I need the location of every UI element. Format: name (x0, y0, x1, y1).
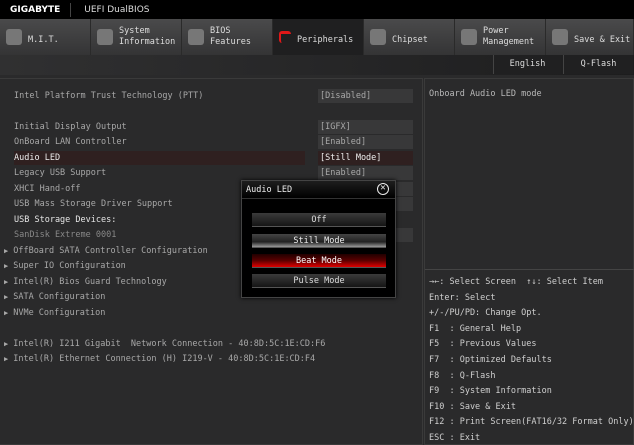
value-ptt[interactable]: [Disabled] (318, 89, 413, 103)
item-description: Onboard Audio LED mode (429, 89, 542, 99)
tab-mit[interactable]: M.I.T. (0, 19, 91, 55)
exit-icon (552, 29, 568, 45)
arrow-right-icon: ▶ (4, 247, 9, 255)
qflash-button[interactable]: Q-Flash (563, 55, 633, 74)
help-key: F1 : General Help (429, 324, 522, 334)
app-title: UEFI DualBIOS (84, 4, 150, 15)
disc-icon (6, 29, 22, 45)
help-key: Enter: Select (429, 293, 496, 303)
plug-icon (279, 31, 291, 43)
help-key: →←: Select Screen ↑↓: Select Item (429, 277, 603, 287)
help-key: F12 : Print Screen(FAT16/32 Format Only) (429, 417, 634, 427)
option-off[interactable]: Off (252, 213, 386, 227)
divider (425, 269, 634, 270)
value-audio-led[interactable]: [Still Mode] (318, 151, 413, 165)
submenu-nvme[interactable]: ▶ NVMe Configuration (4, 306, 404, 320)
option-beat-mode[interactable]: Beat Mode (252, 254, 386, 268)
help-key: F10 : Save & Exit (429, 402, 516, 412)
tab-system-information[interactable]: System Information (91, 19, 182, 55)
help-key: ESC : Exit (429, 433, 481, 443)
close-icon[interactable]: ✕ (377, 183, 389, 195)
help-panel: Onboard Audio LED mode →←: Select Screen… (424, 78, 634, 445)
tab-peripherals[interactable]: Peripherals (273, 19, 364, 55)
gigabyte-logo: GIGABYTE (0, 2, 72, 17)
arrow-right-icon: ▶ (4, 278, 9, 286)
title-bar: GIGABYTE UEFI DualBIOS (0, 0, 634, 19)
main-tabs: M.I.T. System Information BIOS Features … (0, 19, 634, 55)
tab-save-exit[interactable]: Save & Exit (546, 19, 634, 55)
help-key: F9 : System Information (429, 386, 552, 396)
option-still-mode[interactable]: Still Mode (252, 234, 386, 248)
value-onboard-lan[interactable]: [Enabled] (318, 135, 413, 149)
arrow-right-icon: ▶ (4, 309, 9, 317)
tab-bios-features[interactable]: BIOS Features (182, 19, 273, 55)
language-button[interactable]: English (493, 55, 561, 74)
chip-plus-icon (188, 29, 204, 45)
arrow-right-icon: ▶ (4, 262, 9, 270)
toolbar: English Q-Flash (0, 55, 634, 75)
chipset-icon (370, 29, 386, 45)
help-key: F7 : Optimized Defaults (429, 355, 552, 365)
arrow-right-icon: ▶ (4, 293, 9, 301)
audio-led-dialog: Audio LED ✕ Off Still Mode Beat Mode Pul… (241, 180, 396, 298)
gear-icon (97, 29, 113, 45)
arrow-right-icon: ▶ (4, 340, 9, 348)
value-initial-display-output[interactable]: [IGFX] (318, 120, 413, 134)
submenu-i211-network[interactable]: ▶ Intel(R) I211 Gigabit Network Connectio… (4, 337, 404, 351)
help-key: F8 : Q-Flash (429, 371, 496, 381)
arrow-right-icon: ▶ (4, 355, 9, 363)
setting-audio-led[interactable]: Audio LED (14, 151, 305, 165)
submenu-i219-network[interactable]: ▶ Intel(R) Ethernet Connection (H) I219-V… (4, 352, 404, 366)
help-key: +/-/PU/PD: Change Opt. (429, 308, 542, 318)
tab-chipset[interactable]: Chipset (364, 19, 455, 55)
value-legacy-usb[interactable]: [Enabled] (318, 166, 413, 180)
power-icon (461, 29, 477, 45)
help-key: F5 : Previous Values (429, 339, 537, 349)
dialog-title: Audio LED (242, 181, 395, 199)
tab-power-management[interactable]: Power Management (455, 19, 546, 55)
option-pulse-mode[interactable]: Pulse Mode (252, 274, 386, 288)
